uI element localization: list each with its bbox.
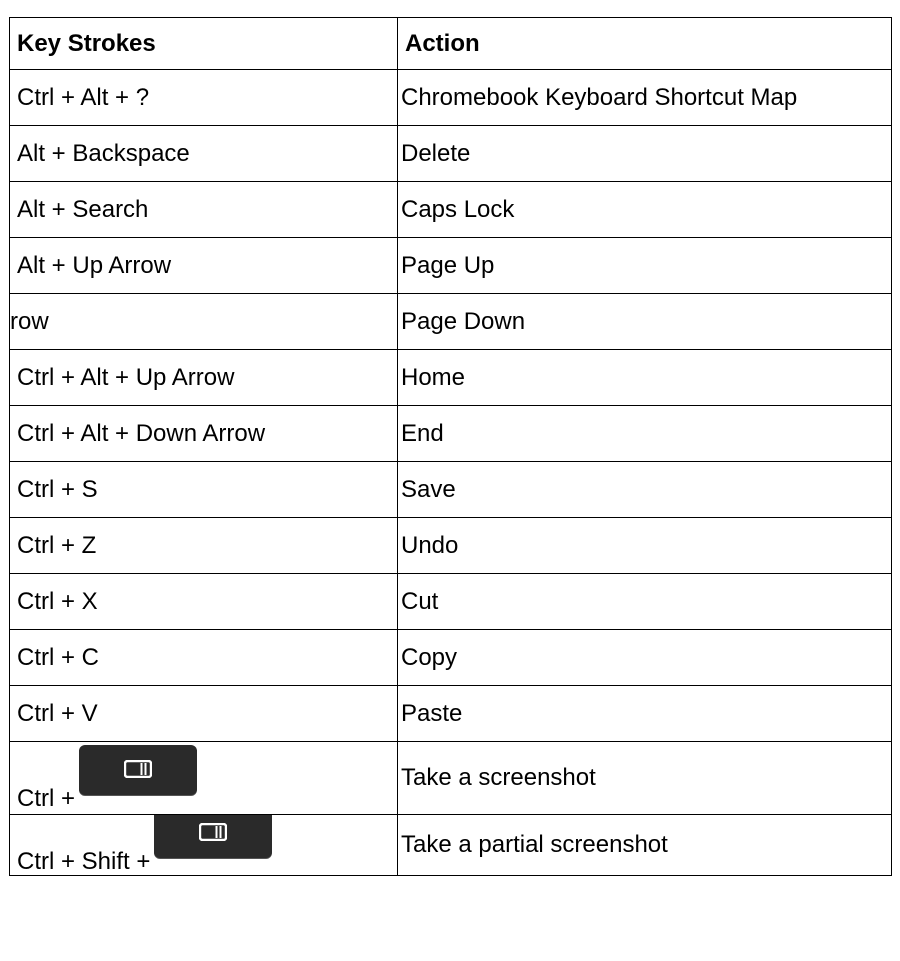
key-strokes-cell: Alt + Up Arrow <box>9 237 398 294</box>
key-strokes-cell: Ctrl + X <box>9 573 398 630</box>
key-strokes-cell: Ctrl + Shift + <box>9 814 398 876</box>
table-row: Ctrl + S Save <box>9 461 892 518</box>
table-row: Alt + Up Arrow Page Up <box>9 237 892 294</box>
key-strokes-text: Ctrl + <box>17 785 76 812</box>
action-cell: Paste <box>397 685 892 742</box>
key-strokes-cell: Ctrl + V <box>9 685 398 742</box>
action-cell: Copy <box>397 629 892 686</box>
table-row: Ctrl + Alt + ? Chromebook Keyboard Short… <box>9 69 892 126</box>
show-windows-glyph <box>199 823 228 841</box>
action-cell: Take a screenshot <box>397 741 892 815</box>
action-cell: Save <box>397 461 892 518</box>
action-cell: Cut <box>397 573 892 630</box>
action-cell: End <box>397 405 892 462</box>
action-cell: Take a partial screenshot <box>397 814 892 876</box>
table-row: Ctrl + Take a screenshot <box>9 741 892 815</box>
key-combo: Ctrl + <box>17 745 198 811</box>
key-strokes-cell: Ctrl + C <box>9 629 398 686</box>
table-row: Alt + Backspace Delete <box>9 125 892 182</box>
show-windows-key-icon <box>79 745 198 795</box>
shortcut-table-container: Key Strokes Action Ctrl + Alt + ? Chrome… <box>0 0 900 961</box>
action-cell: Delete <box>397 125 892 182</box>
key-strokes-cell: Ctrl + <box>9 741 398 815</box>
table-row: Ctrl + Alt + Down Arrow End <box>9 405 892 462</box>
key-strokes-text: Ctrl + Shift + <box>17 848 151 875</box>
key-strokes-cell: Ctrl + Alt + Down Arrow <box>9 405 398 462</box>
table-row: Alt + Search Caps Lock <box>9 181 892 238</box>
table-row: Ctrl + X Cut <box>9 573 892 630</box>
action-cell: Page Up <box>397 237 892 294</box>
action-cell: Chromebook Keyboard Shortcut Map <box>397 69 892 126</box>
table-row: Ctrl + Z Undo <box>9 517 892 574</box>
table-header-row: Key Strokes Action <box>9 17 892 70</box>
table-row: Ctrl + C Copy <box>9 629 892 686</box>
key-strokes-cell: Ctrl + Alt + ? <box>9 69 398 126</box>
action-cell: Page Down <box>397 293 892 350</box>
key-combo: Ctrl + Shift + <box>17 815 273 874</box>
key-strokes-cell: Ctrl + Z <box>9 517 398 574</box>
table-row: Ctrl + Shift + Take a partial screenshot <box>9 814 892 876</box>
show-windows-glyph <box>124 760 153 778</box>
action-cell: Home <box>397 349 892 406</box>
column-header-key-strokes: Key Strokes <box>9 17 398 70</box>
key-strokes-cell: Ctrl + S <box>9 461 398 518</box>
action-cell: Caps Lock <box>397 181 892 238</box>
show-windows-key-icon <box>154 815 273 858</box>
key-strokes-cell: Alt + Backspace <box>9 125 398 182</box>
key-strokes-cell: row <box>9 293 398 350</box>
table-row: Ctrl + V Paste <box>9 685 892 742</box>
key-strokes-cell: Ctrl + Alt + Up Arrow <box>9 349 398 406</box>
column-header-action: Action <box>397 17 892 70</box>
keyboard-shortcut-table: Key Strokes Action Ctrl + Alt + ? Chrome… <box>9 17 892 876</box>
action-cell: Undo <box>397 517 892 574</box>
table-row: Ctrl + Alt + Up Arrow Home <box>9 349 892 406</box>
table-row: row Page Down <box>9 293 892 350</box>
key-strokes-cell: Alt + Search <box>9 181 398 238</box>
